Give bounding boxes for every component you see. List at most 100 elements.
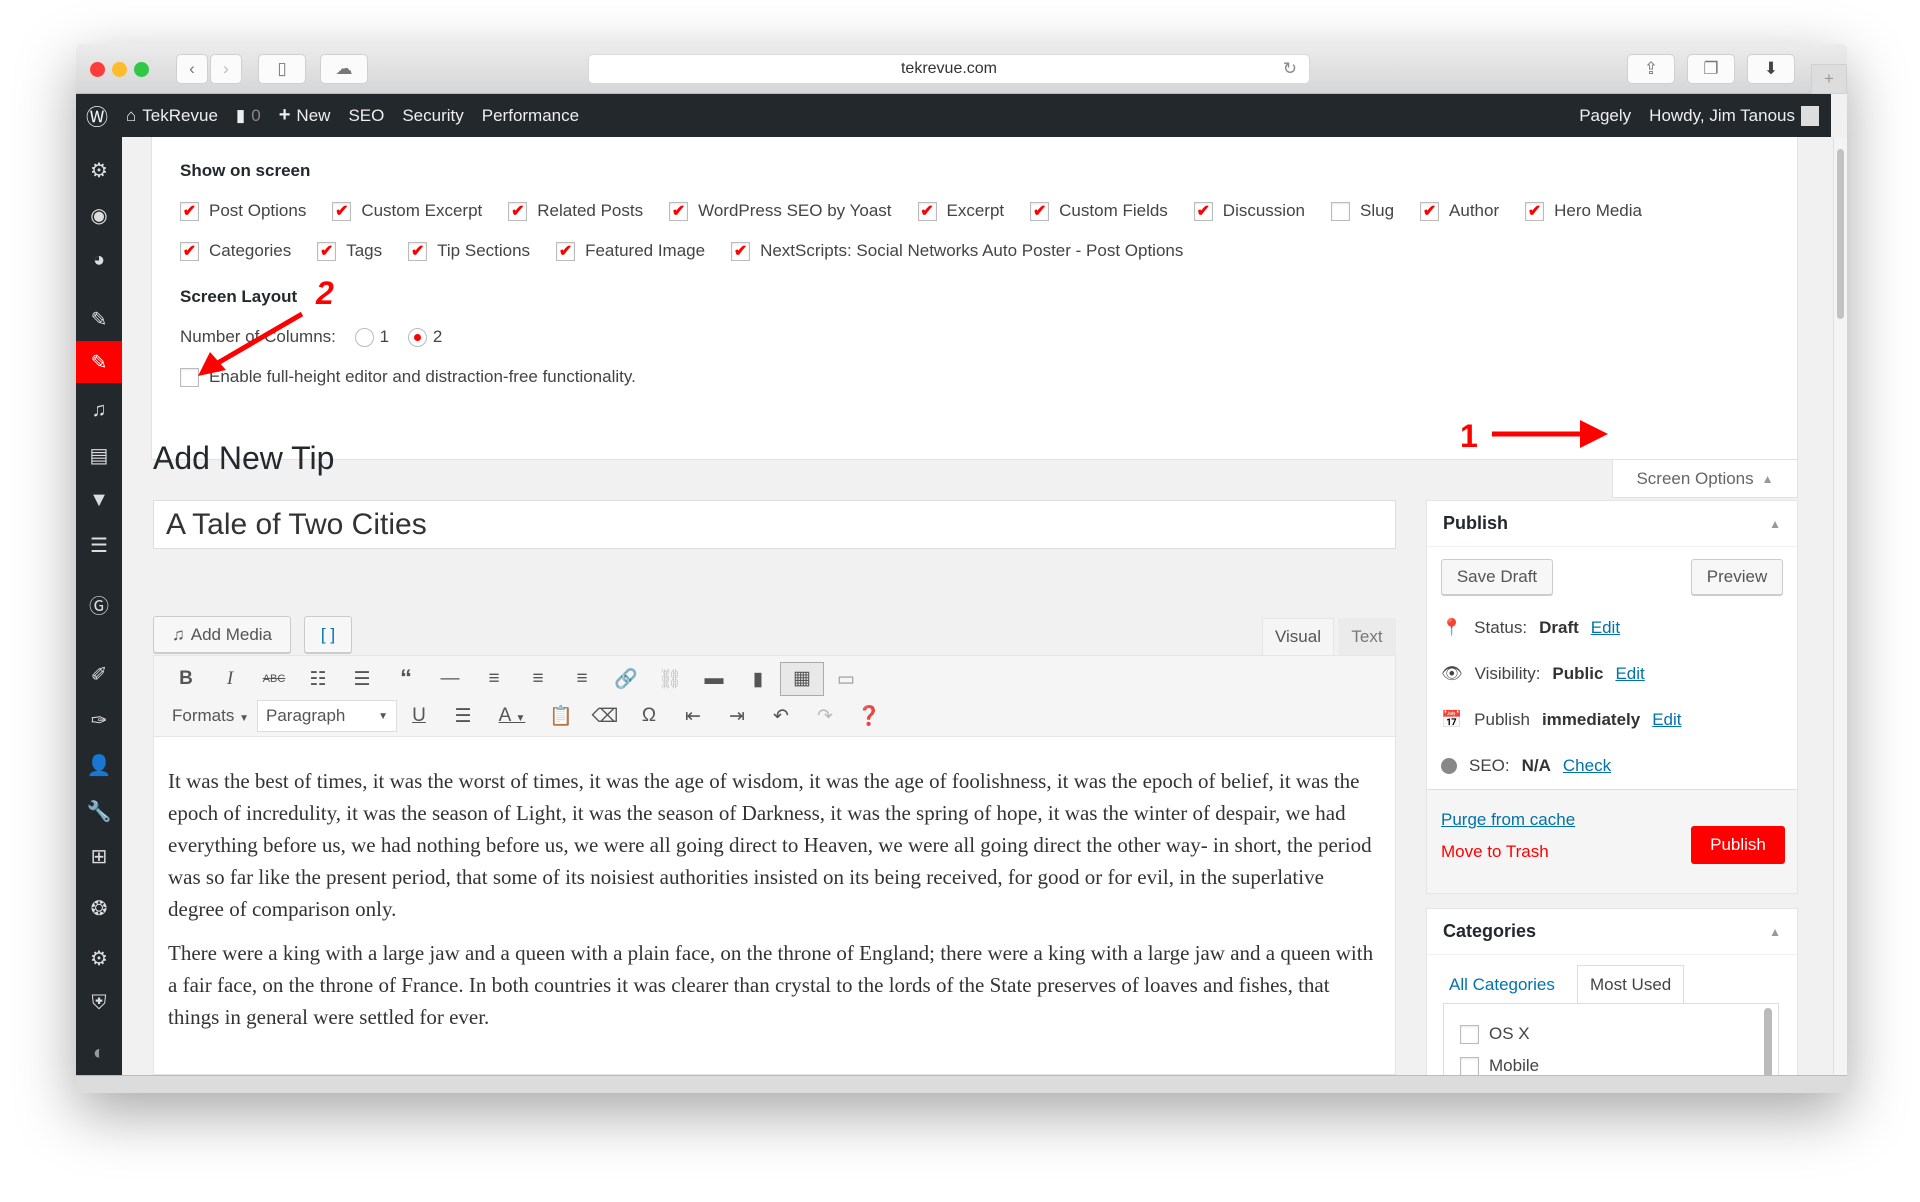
caret-down-icon: ▼ bbox=[378, 710, 388, 722]
outdent-icon[interactable]: ⇤ bbox=[671, 705, 715, 728]
seo-label: SEO: bbox=[1469, 756, 1510, 775]
tab-visual[interactable]: Visual bbox=[1262, 618, 1334, 655]
caret-up-icon: ▲ bbox=[1769, 924, 1781, 939]
italic-icon[interactable]: I bbox=[208, 668, 252, 690]
purge-cache-link[interactable]: Purge from cache bbox=[1441, 810, 1575, 830]
justify-icon[interactable]: ☰ bbox=[441, 705, 485, 728]
shortcode-button[interactable]: [ ] bbox=[304, 616, 352, 653]
category-checkbox[interactable] bbox=[1460, 1056, 1479, 1076]
editor-paragraph: There were a king with a large jaw and a… bbox=[168, 941, 1374, 1029]
tab-text[interactable]: Text bbox=[1338, 618, 1396, 655]
publish-button-label: Publish bbox=[1710, 835, 1766, 854]
annotation-arrow-1 bbox=[1492, 420, 1608, 448]
publish-box: Publish ▲ Save Draft Preview 📍 Status: Draf… bbox=[1426, 500, 1798, 894]
bold-icon[interactable]: B bbox=[164, 668, 208, 690]
bullet-list-icon[interactable]: ☷ bbox=[296, 668, 340, 691]
annotation-label-1: 1 bbox=[1460, 418, 1478, 454]
preview-label: Preview bbox=[1706, 567, 1768, 586]
add-media-label: Add Media bbox=[190, 624, 273, 644]
numbered-list-icon[interactable]: ☰ bbox=[340, 668, 384, 691]
formats-label: Formats bbox=[172, 706, 235, 725]
read-more-icon[interactable]: ▬ bbox=[692, 668, 736, 690]
page-title: Add New Tip bbox=[153, 440, 335, 476]
paragraph-value: Paragraph bbox=[265, 706, 346, 725]
preview-button[interactable]: Preview bbox=[1691, 559, 1783, 595]
move-to-trash-link[interactable]: Move to Trash bbox=[1441, 842, 1549, 862]
formats-dropdown[interactable]: Formats ▼ bbox=[164, 706, 257, 726]
publish-actions: Purge from cache Move to Trash Publish bbox=[1427, 789, 1797, 893]
categories-scrollbar[interactable] bbox=[1764, 1008, 1772, 1078]
seo-value: N/A bbox=[1521, 756, 1551, 775]
calendar-icon: 📅 bbox=[1441, 710, 1463, 729]
categories-header[interactable]: Categories ▲ bbox=[1427, 909, 1797, 955]
publish-button[interactable]: Publish bbox=[1691, 826, 1785, 864]
edit-schedule-link[interactable]: Edit bbox=[1652, 710, 1681, 730]
indent-icon[interactable]: ⇥ bbox=[715, 705, 759, 728]
fullscreen-icon[interactable]: ▮ bbox=[736, 668, 780, 691]
categories-box: Categories ▲ All Categories Most Used OS … bbox=[1426, 908, 1798, 1083]
align-right-icon[interactable]: ≡ bbox=[560, 668, 604, 690]
browser-window: ‹ › ▯ ☁ tekrevue.com ↻ ⇪ ❐ ⬇ + Ⓦ ⌂ TekRevu… bbox=[76, 44, 1847, 1093]
visual-tab-label: Visual bbox=[1275, 627, 1321, 646]
schedule-row: 📅 Publish immediately Edit bbox=[1427, 697, 1797, 743]
annotation-label-2: 2 bbox=[315, 275, 334, 311]
clear-formatting-icon[interactable]: ⌫ bbox=[583, 705, 627, 728]
paragraph-select[interactable]: Paragraph ▼ bbox=[256, 700, 397, 732]
categories-title: Categories bbox=[1443, 921, 1537, 941]
editor-content[interactable]: It was the best of times, it was the wor… bbox=[153, 737, 1396, 1075]
browser-bottom-edge bbox=[76, 1075, 1847, 1093]
seo-status-dot-icon bbox=[1441, 758, 1457, 774]
brackets-icon: [ ] bbox=[320, 624, 336, 644]
distraction-free-icon[interactable]: ▭ bbox=[824, 668, 868, 691]
text-tab-label: Text bbox=[1351, 626, 1383, 646]
save-draft-button[interactable]: Save Draft bbox=[1441, 559, 1553, 595]
caret-up-icon: ▲ bbox=[1769, 516, 1781, 531]
visibility-label: Visibility: bbox=[1474, 664, 1541, 683]
redo-icon[interactable]: ↷ bbox=[803, 705, 847, 728]
special-character-icon[interactable]: Ω bbox=[627, 705, 671, 727]
post-title-input[interactable]: A Tale of Two Cities bbox=[153, 500, 1396, 549]
page-scrollbar[interactable] bbox=[1833, 137, 1847, 1075]
horizontal-rule-icon[interactable]: — bbox=[428, 668, 472, 690]
underline-icon[interactable]: U bbox=[397, 705, 441, 727]
editor-paragraph: It was the best of times, it was the wor… bbox=[168, 769, 1372, 921]
unlink-icon[interactable]: ⛓ bbox=[648, 667, 692, 691]
edit-status-link[interactable]: Edit bbox=[1591, 618, 1620, 638]
publish-title: Publish bbox=[1443, 513, 1509, 533]
eye-icon: 👁 bbox=[1441, 664, 1463, 683]
status-label: Status: bbox=[1474, 618, 1528, 637]
media-icon: ♫ bbox=[171, 624, 185, 644]
caret-down-icon: ▼ bbox=[239, 713, 249, 724]
tab-all-categories[interactable]: All Categories bbox=[1449, 975, 1555, 995]
add-media-button[interactable]: ♫ Add Media bbox=[153, 616, 291, 653]
strikethrough-icon[interactable]: ABC bbox=[252, 673, 296, 685]
category-checkbox[interactable] bbox=[1460, 1024, 1479, 1044]
publish-label: Publish bbox=[1474, 710, 1530, 729]
categories-list: OS X Mobile bbox=[1443, 1003, 1779, 1083]
pin-icon: 📍 bbox=[1441, 618, 1463, 637]
visibility-row: 👁 Visibility: Public Edit bbox=[1427, 651, 1797, 697]
annotation-arrow-2 bbox=[198, 311, 304, 376]
visibility-value: Public bbox=[1552, 664, 1604, 683]
post-title-value: A Tale of Two Cities bbox=[166, 507, 427, 541]
paste-text-icon[interactable]: 📋 bbox=[539, 704, 583, 728]
category-label: OS X bbox=[1489, 1024, 1530, 1043]
align-center-icon[interactable]: ≡ bbox=[516, 668, 560, 690]
blockquote-icon[interactable]: “ bbox=[384, 665, 428, 693]
publish-value: immediately bbox=[1541, 710, 1641, 729]
undo-icon[interactable]: ↶ bbox=[759, 705, 803, 728]
scrollbar-thumb[interactable] bbox=[1837, 149, 1844, 319]
tab-most-used[interactable]: Most Used bbox=[1577, 965, 1685, 1003]
seo-check-link[interactable]: Check bbox=[1563, 756, 1611, 776]
toolbar-toggle-icon[interactable]: ▦ bbox=[780, 662, 824, 696]
category-label: Mobile bbox=[1489, 1056, 1540, 1075]
editor-toolbar: B I ABC ☷ ☰ “ — ≡ ≡ ≡ 🔗 ⛓ ▬ ▮ ▦ ▭ Format… bbox=[153, 655, 1396, 737]
text-color-icon[interactable]: A ▼ bbox=[485, 705, 539, 727]
help-icon[interactable]: ❓ bbox=[847, 704, 891, 728]
align-left-icon[interactable]: ≡ bbox=[472, 668, 516, 690]
status-row: 📍 Status: Draft Edit bbox=[1427, 605, 1797, 651]
edit-visibility-link[interactable]: Edit bbox=[1615, 664, 1644, 684]
seo-row: SEO: N/A Check bbox=[1427, 743, 1797, 789]
link-icon[interactable]: 🔗 bbox=[604, 667, 648, 691]
publish-box-header[interactable]: Publish ▲ bbox=[1427, 501, 1797, 547]
